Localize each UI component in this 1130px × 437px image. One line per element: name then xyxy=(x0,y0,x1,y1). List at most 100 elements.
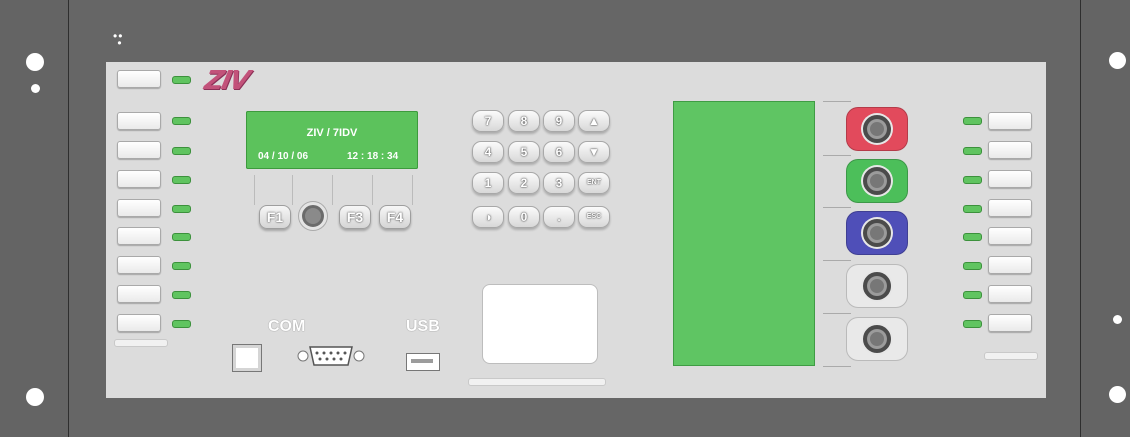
keypad-down-arrow[interactable]: ▼ xyxy=(578,141,610,163)
mounting-hole xyxy=(26,388,44,406)
switch-knob xyxy=(863,115,891,143)
programmable-button-left-2[interactable] xyxy=(117,112,161,130)
programmable-button-left-8[interactable] xyxy=(117,285,161,303)
keypad-1[interactable]: 1 xyxy=(472,172,504,194)
function-key-divider xyxy=(372,175,373,205)
programmable-button-left-6[interactable] xyxy=(117,227,161,245)
graphic-display xyxy=(673,101,815,366)
led-right-2 xyxy=(963,147,982,155)
lcd-date: 04 / 10 / 06 xyxy=(258,151,309,162)
function-key-divider xyxy=(332,175,333,205)
center-label-strip xyxy=(468,378,606,386)
switch-separator xyxy=(823,155,851,156)
keypad-6[interactable]: 6 xyxy=(543,141,575,163)
led-left-1 xyxy=(172,76,191,84)
blue-selector-switch[interactable] xyxy=(846,211,908,255)
keypad-contrast[interactable]: ◑ xyxy=(472,206,504,228)
led-right-1 xyxy=(963,117,982,125)
blank-card-slot xyxy=(482,284,598,364)
led-left-2 xyxy=(172,117,191,125)
programmable-button-left-7[interactable] xyxy=(117,256,161,274)
keypad-4[interactable]: 4 xyxy=(472,141,504,163)
led-right-3 xyxy=(963,176,982,184)
mounting-hole xyxy=(31,84,40,93)
function-key-divider xyxy=(412,175,413,205)
usb-port[interactable] xyxy=(406,353,440,371)
function-key-divider xyxy=(254,175,255,205)
programmable-button-left-4[interactable] xyxy=(117,170,161,188)
f3-key[interactable]: F3 xyxy=(339,205,371,229)
keypad-0[interactable]: 0 xyxy=(508,206,540,228)
mounting-hole xyxy=(26,53,44,71)
programmable-button-right-8[interactable] xyxy=(988,314,1032,332)
programmable-button-right-6[interactable] xyxy=(988,256,1032,274)
programmable-button-right-3[interactable] xyxy=(988,170,1032,188)
mounting-hole xyxy=(1109,52,1126,69)
programmable-button-right-7[interactable] xyxy=(988,285,1032,303)
switch-separator xyxy=(823,101,851,102)
keypad-enter[interactable]: ENT xyxy=(578,172,610,194)
switch-separator xyxy=(823,313,851,314)
mounting-hole xyxy=(1109,386,1126,403)
green-selector-switch[interactable] xyxy=(846,159,908,203)
programmable-button-right-1[interactable] xyxy=(988,112,1032,130)
lcd-time: 12 : 18 : 34 xyxy=(347,151,399,162)
switch-separator xyxy=(823,207,851,208)
led-right-7 xyxy=(963,291,982,299)
led-left-5 xyxy=(172,205,191,213)
red-selector-switch[interactable] xyxy=(846,107,908,151)
com-port-square[interactable] xyxy=(232,344,262,372)
lcd-display: ZIV / 7IDV 04 / 10 / 06 12 : 18 : 34 xyxy=(246,111,418,169)
switch-knob xyxy=(863,167,891,195)
led-left-7 xyxy=(172,262,191,270)
led-right-4 xyxy=(963,205,982,213)
keypad-3[interactable]: 3 xyxy=(543,172,575,194)
led-left-6 xyxy=(172,233,191,241)
programmable-button-right-5[interactable] xyxy=(988,227,1032,245)
left-label-strip xyxy=(114,339,168,347)
right-mounting-ear xyxy=(1080,0,1130,437)
brand-logo: ZIV xyxy=(201,66,251,96)
switch-knob xyxy=(863,325,891,353)
switch-separator xyxy=(823,260,851,261)
led-right-6 xyxy=(963,262,982,270)
keypad-up-arrow[interactable]: ▲ xyxy=(578,110,610,132)
programmable-button-right-2[interactable] xyxy=(988,141,1032,159)
switch-separator xyxy=(823,366,851,367)
relay-rack-unit: •• • ZIV ZIV / 7IDV 04 / 10 / 06 12 : 18… xyxy=(0,0,1130,437)
programmable-button-left-9[interactable] xyxy=(117,314,161,332)
function-knob[interactable] xyxy=(299,202,327,230)
switch-knob xyxy=(863,272,891,300)
programmable-button-right-4[interactable] xyxy=(988,199,1032,217)
led-left-4 xyxy=(172,176,191,184)
right-label-strip xyxy=(984,352,1038,360)
f4-key[interactable]: F4 xyxy=(379,205,411,229)
led-right-8 xyxy=(963,320,982,328)
keypad-8[interactable]: 8 xyxy=(508,110,540,132)
f1-key[interactable]: F1 xyxy=(259,205,291,229)
com-label: COM xyxy=(268,318,306,335)
indicator-dots: •• • xyxy=(113,29,124,50)
switch-knob xyxy=(863,219,891,247)
keypad-9[interactable]: 9 xyxy=(543,110,575,132)
white-selector-switch[interactable] xyxy=(846,264,908,308)
led-left-9 xyxy=(172,320,191,328)
programmable-button-left-1[interactable] xyxy=(117,70,161,88)
keypad-escape[interactable]: ESC xyxy=(578,206,610,228)
keypad-5[interactable]: 5 xyxy=(508,141,540,163)
led-left-8 xyxy=(172,291,191,299)
programmable-button-left-5[interactable] xyxy=(117,199,161,217)
db9-serial-port[interactable] xyxy=(296,344,366,368)
function-key-divider xyxy=(292,175,293,205)
lcd-device-name: ZIV / 7IDV xyxy=(306,127,358,139)
programmable-button-left-3[interactable] xyxy=(117,141,161,159)
mounting-hole xyxy=(1113,315,1122,324)
keypad-7[interactable]: 7 xyxy=(472,110,504,132)
usb-label: USB xyxy=(406,318,440,335)
white-selector-switch[interactable] xyxy=(846,317,908,361)
led-left-3 xyxy=(172,147,191,155)
keypad-decimal-point[interactable]: . xyxy=(543,206,575,228)
usb-slot xyxy=(411,359,433,363)
left-mounting-ear xyxy=(0,0,69,437)
keypad-2[interactable]: 2 xyxy=(508,172,540,194)
